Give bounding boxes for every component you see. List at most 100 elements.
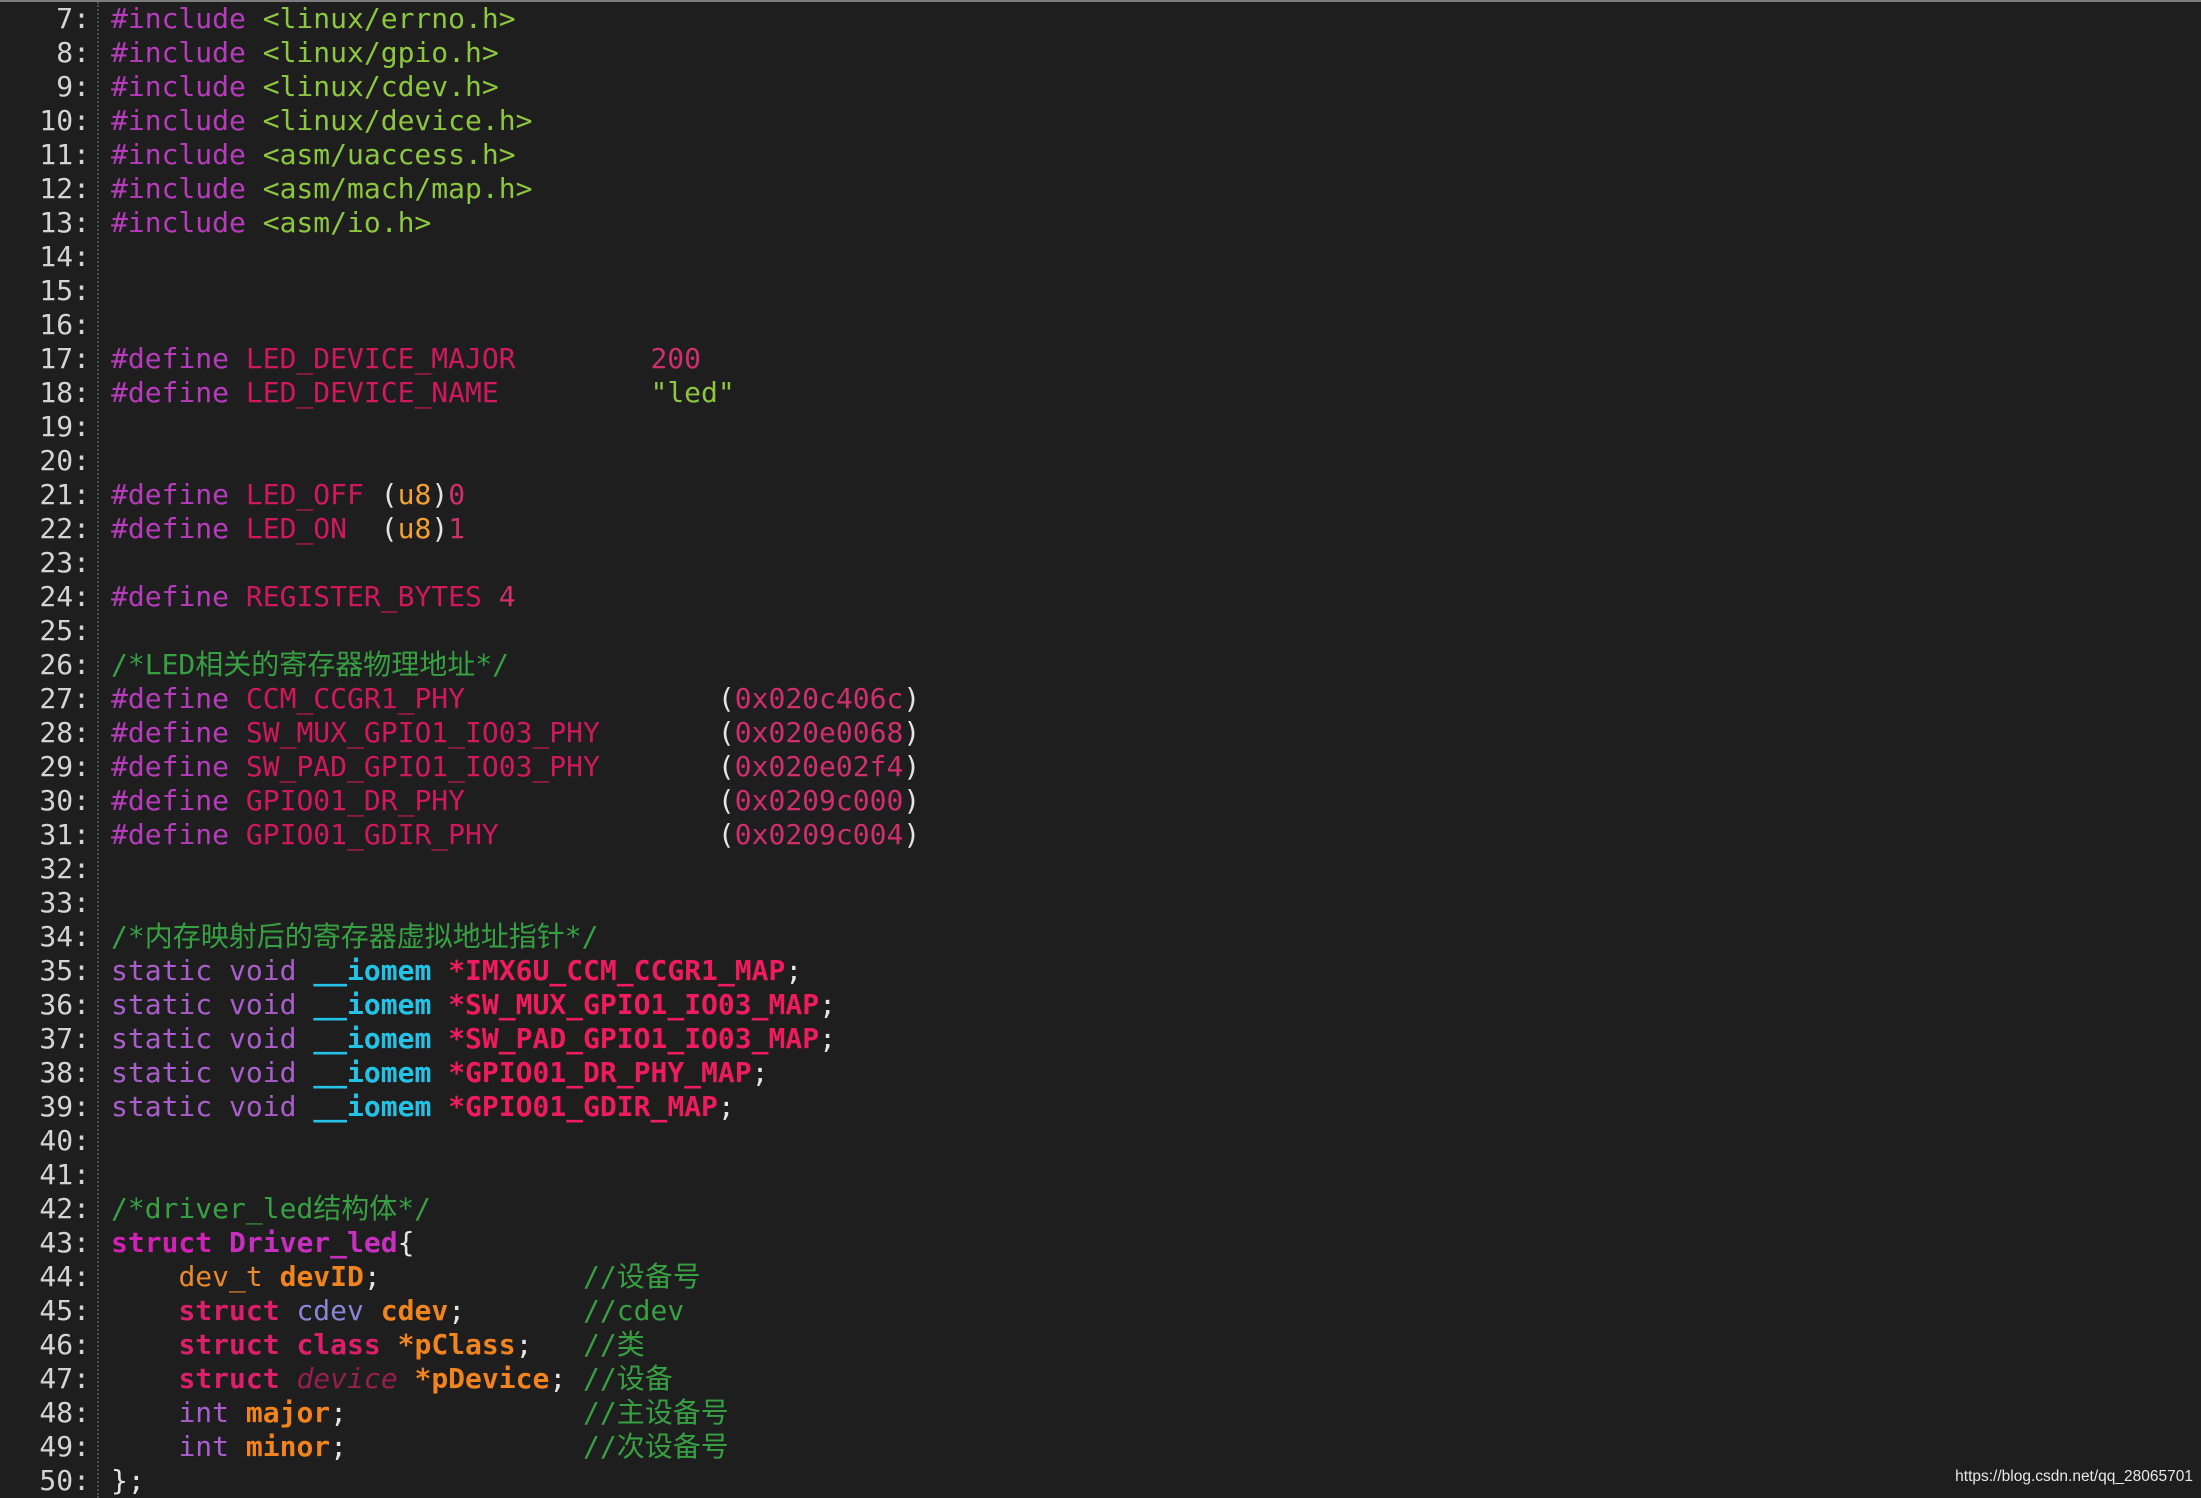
code-line[interactable]: 48: int major; //主设备号 bbox=[0, 1396, 2201, 1430]
string-literal-token: "led" bbox=[650, 376, 735, 409]
global-pointer-variable-token: *IMX6U_CCM_CCGR1_MAP bbox=[448, 954, 786, 987]
plain-text-token bbox=[229, 342, 246, 375]
code-line[interactable]: 43: struct Driver_led{ bbox=[0, 1226, 2201, 1260]
preprocessor-directive-token: #define bbox=[111, 750, 230, 783]
code-line[interactable]: 8: #include <linux/gpio.h> bbox=[0, 36, 2201, 70]
line-content: static void __iomem *SW_MUX_GPIO1_IO03_M… bbox=[111, 988, 836, 1022]
include-path-token: <linux/errno.h> bbox=[262, 2, 516, 35]
code-line[interactable]: 20: bbox=[0, 444, 2201, 478]
line-content: #define LED_OFF (u8)0 bbox=[111, 478, 465, 512]
code-line[interactable]: 32: bbox=[0, 852, 2201, 886]
preprocessor-directive-token: #define bbox=[111, 342, 230, 375]
code-line[interactable]: 37: static void __iomem *SW_PAD_GPIO1_IO0… bbox=[0, 1022, 2201, 1056]
line-number: 33: bbox=[39, 886, 90, 919]
code-line[interactable]: 33: bbox=[0, 886, 2201, 920]
plain-text-token bbox=[111, 1294, 178, 1327]
code-line[interactable]: 35: static void __iomem *IMX6U_CCM_CCGR1_… bbox=[0, 954, 2201, 988]
code-line[interactable]: 9: #include <linux/cdev.h> bbox=[0, 70, 2201, 104]
struct-keyword-token: class bbox=[296, 1328, 381, 1361]
code-line[interactable]: 29: #define SW_PAD_GPIO1_IO03_PHY (0x020e… bbox=[0, 750, 2201, 784]
code-line[interactable]: 39: static void __iomem *GPIO01_GDIR_MAP; bbox=[0, 1090, 2201, 1124]
code-line[interactable]: 36: static void __iomem *SW_MUX_GPIO1_IO0… bbox=[0, 988, 2201, 1022]
line-number: 35: bbox=[39, 954, 90, 987]
code-line[interactable]: 41: bbox=[0, 1158, 2201, 1192]
line-number: 36: bbox=[39, 988, 90, 1021]
line-number: 18: bbox=[39, 376, 90, 409]
code-line[interactable]: 24: #define REGISTER_BYTES 4 bbox=[0, 580, 2201, 614]
plain-text-token bbox=[212, 1090, 229, 1123]
code-line[interactable]: 40: bbox=[0, 1124, 2201, 1158]
plain-text-token bbox=[280, 1328, 297, 1361]
code-line[interactable]: 22: #define LED_ON (u8)1 bbox=[0, 512, 2201, 546]
plain-text-token: ; bbox=[717, 1090, 735, 1123]
plain-text-token bbox=[212, 988, 229, 1021]
line-content: #define GPIO01_DR_PHY (0x0209c000) bbox=[111, 784, 920, 818]
code-line[interactable]: 42: /*driver_led结构体*/ bbox=[0, 1192, 2201, 1226]
line-number: 20: bbox=[39, 444, 90, 477]
code-line[interactable]: 16: bbox=[0, 308, 2201, 342]
line-number: 27: bbox=[39, 682, 90, 715]
plain-text-token: ; bbox=[330, 1396, 348, 1429]
struct-name-token: Driver_led bbox=[229, 1226, 398, 1259]
number-literal-token: 0x020e0068 bbox=[734, 716, 904, 749]
code-line[interactable]: 27: #define CCM_CCGR1_PHY (0x020c406c) bbox=[0, 682, 2201, 716]
code-line[interactable]: 18: #define LED_DEVICE_NAME "led" bbox=[0, 376, 2201, 410]
plain-text-token bbox=[465, 1294, 583, 1327]
code-line[interactable]: 19: bbox=[0, 410, 2201, 444]
code-line[interactable]: 7: #include <linux/errno.h> bbox=[0, 2, 2201, 36]
line-number: 12: bbox=[39, 172, 90, 205]
code-line[interactable]: 17: #define LED_DEVICE_MAJOR 200 bbox=[0, 342, 2201, 376]
plain-text-token bbox=[229, 512, 246, 545]
macro-name-token: REGISTER_BYTES bbox=[245, 580, 482, 613]
code-line[interactable]: 21: #define LED_OFF (u8)0 bbox=[0, 478, 2201, 512]
plain-text-token bbox=[532, 1328, 583, 1361]
code-line[interactable]: 15: bbox=[0, 274, 2201, 308]
line-number: 13: bbox=[39, 206, 90, 239]
plain-text-token bbox=[246, 2, 263, 35]
global-pointer-variable-token: *SW_MUX_GPIO1_IO03_MAP bbox=[448, 988, 820, 1021]
line-number: 34: bbox=[39, 920, 90, 953]
macro-name-token: GPIO01_GDIR_PHY bbox=[245, 818, 499, 851]
code-line[interactable]: 14: bbox=[0, 240, 2201, 274]
line-number: 50: bbox=[39, 1464, 90, 1497]
global-pointer-variable-token: *GPIO01_DR_PHY_MAP bbox=[448, 1056, 752, 1089]
code-line[interactable]: 49: int minor; //次设备号 bbox=[0, 1430, 2201, 1464]
number-literal-token: 0 bbox=[448, 478, 466, 511]
code-line[interactable]: 12: #include <asm/mach/map.h> bbox=[0, 172, 2201, 206]
plain-text-token: ) bbox=[431, 512, 449, 545]
code-line[interactable]: 28: #define SW_MUX_GPIO1_IO03_PHY (0x020e… bbox=[0, 716, 2201, 750]
code-line[interactable]: 30: #define GPIO01_DR_PHY (0x0209c000) bbox=[0, 784, 2201, 818]
code-line[interactable]: 23: bbox=[0, 546, 2201, 580]
code-line[interactable]: 38: static void __iomem *GPIO01_DR_PHY_MA… bbox=[0, 1056, 2201, 1090]
code-line[interactable]: 31: #define GPIO01_GDIR_PHY (0x0209c004) bbox=[0, 818, 2201, 852]
code-line[interactable]: 11: #include <asm/uaccess.h> bbox=[0, 138, 2201, 172]
keyword-token: int bbox=[178, 1430, 230, 1463]
code-line[interactable]: 34: /*内存映射后的寄存器虚拟地址指针*/ bbox=[0, 920, 2201, 954]
line-content: #define SW_PAD_GPIO1_IO03_PHY (0x020e02f… bbox=[111, 750, 920, 784]
plain-text-token: ) bbox=[903, 716, 921, 749]
member-name-token: devID bbox=[279, 1260, 364, 1293]
plain-text-token bbox=[246, 138, 263, 171]
plain-text-token: ; bbox=[819, 988, 836, 1021]
line-number: 49: bbox=[39, 1430, 90, 1463]
code-line[interactable]: 10: #include <linux/device.h> bbox=[0, 104, 2201, 138]
plain-text-token bbox=[229, 580, 246, 613]
keyword-token: void bbox=[229, 1056, 297, 1089]
code-line[interactable]: 47: struct device *pDevice; //设备 bbox=[0, 1362, 2201, 1396]
code-editor[interactable]: 7: #include <linux/errno.h> 8: #include <li… bbox=[0, 2, 2201, 1498]
code-line[interactable]: 50:}; bbox=[0, 1464, 2201, 1498]
line-number: 19: bbox=[39, 410, 90, 443]
plain-text-token bbox=[296, 1090, 313, 1123]
global-pointer-variable-token: *SW_PAD_GPIO1_IO03_MAP bbox=[448, 1022, 820, 1055]
line-number: 15: bbox=[39, 274, 90, 307]
code-line[interactable]: 26: /*LED相关的寄存器物理地址*/ bbox=[0, 648, 2201, 682]
line-content: /*内存映射后的寄存器虚拟地址指针*/ bbox=[111, 920, 598, 954]
code-line[interactable]: 46: struct class *pClass; //类 bbox=[0, 1328, 2201, 1362]
comment-token: //类 bbox=[583, 1328, 645, 1361]
code-line[interactable]: 13: #include <asm/io.h> bbox=[0, 206, 2201, 240]
code-line[interactable]: 44: dev_t devID; //设备号 bbox=[0, 1260, 2201, 1294]
code-line[interactable]: 45: struct cdev cdev; //cdev bbox=[0, 1294, 2201, 1328]
plain-text-token bbox=[431, 1056, 448, 1089]
number-literal-token: 4 bbox=[498, 580, 516, 613]
code-line[interactable]: 25: bbox=[0, 614, 2201, 648]
